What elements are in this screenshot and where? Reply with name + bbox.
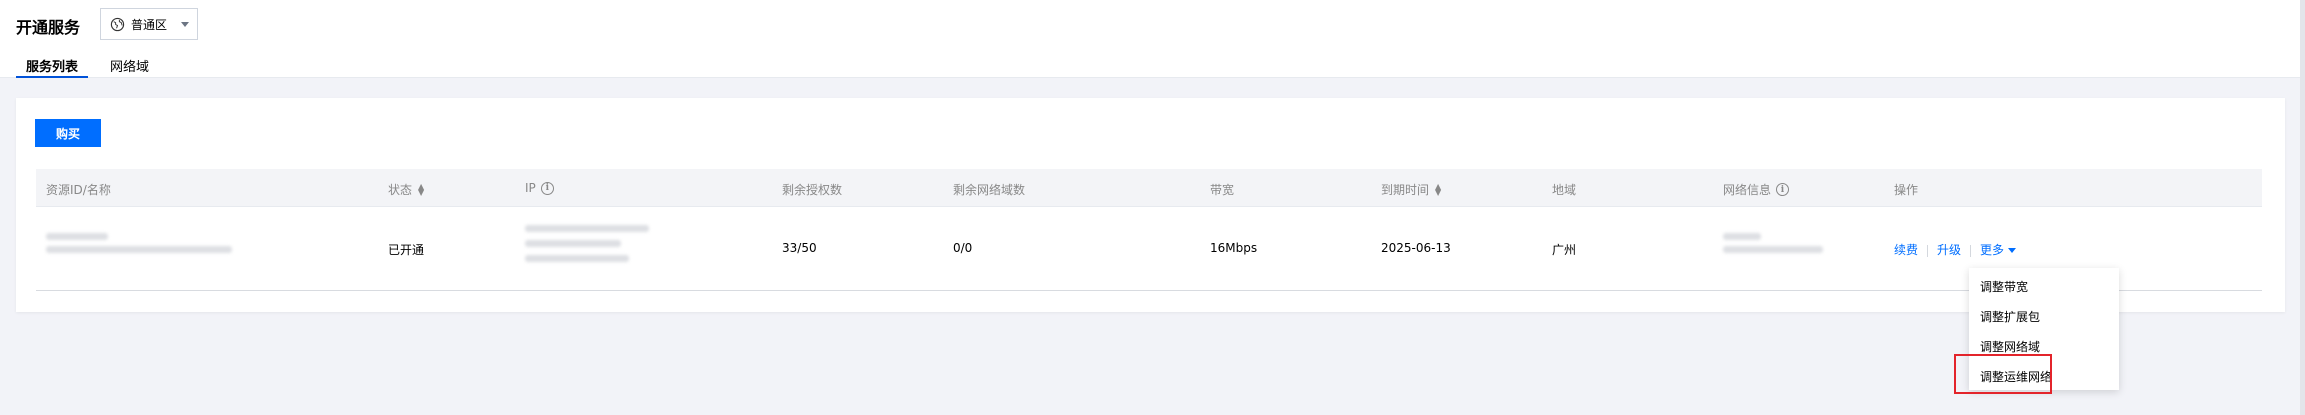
- more-label: 更多: [1980, 243, 2005, 257]
- table-row: 已开通 33/50 0/0 16Mbps 2025-06-13 广州 续费 升级 更…: [36, 207, 2262, 291]
- menu-item-adjust-extension-pack[interactable]: 调整扩展包: [1969, 302, 2119, 332]
- menu-item-adjust-network-domain[interactable]: 调整网络域: [1969, 332, 2119, 362]
- column-label: 状态: [388, 183, 413, 197]
- column-label: 剩余网络域数: [953, 183, 1026, 197]
- menu-item-adjust-bandwidth[interactable]: 调整带宽: [1969, 272, 2119, 302]
- expire-value: 2025-06-13: [1381, 241, 1451, 255]
- row-actions: 续费 升级 更多: [1894, 241, 2017, 258]
- column-header-actions: 操作: [1894, 181, 1918, 198]
- column-label: 剩余授权数: [782, 183, 843, 197]
- menu-item-adjust-ops-network[interactable]: 调整运维网络: [1969, 362, 2119, 392]
- column-header-domains: 剩余网络域数: [953, 181, 1025, 198]
- tab-service-list[interactable]: 服务列表: [16, 48, 89, 78]
- tab-bar: 服务列表 网络域: [16, 48, 171, 78]
- resource-id-redacted: [46, 233, 232, 253]
- domains-value: 0/0: [953, 241, 973, 255]
- buy-button[interactable]: 购买: [35, 119, 101, 147]
- column-header-status[interactable]: 状态 ▲ ▼: [388, 181, 424, 198]
- ip-redacted: [525, 225, 649, 262]
- column-label: 操作: [1894, 183, 1919, 197]
- column-label: IP: [525, 181, 536, 195]
- scrollbar-track: [2300, 0, 2305, 415]
- caret-down-icon: [2008, 248, 2017, 253]
- status-text: 已开通: [388, 243, 425, 257]
- page-header: 开通服务 普通区 服务列表 网络域: [0, 0, 2300, 78]
- column-label: 带宽: [1210, 183, 1235, 197]
- licenses-value: 33/50: [782, 241, 817, 255]
- service-table: 资源ID/名称 状态 ▲ ▼ IP i 剩余授权数 剩余网络域数 带宽 到期时间 …: [36, 169, 2262, 291]
- chevron-down-icon: [181, 22, 189, 27]
- column-header-region: 地域: [1552, 181, 1576, 198]
- column-header-expire[interactable]: 到期时间 ▲ ▼: [1381, 181, 1441, 198]
- page-title: 开通服务: [16, 18, 81, 37]
- table-header: 资源ID/名称 状态 ▲ ▼ IP i 剩余授权数 剩余网络域数 带宽 到期时间 …: [36, 169, 2262, 207]
- region-select-label: 普通区: [131, 17, 168, 32]
- region-value: 广州: [1552, 243, 1577, 257]
- bandwidth-value: 16Mbps: [1210, 241, 1258, 255]
- column-label: 到期时间: [1381, 183, 1430, 197]
- column-header-resource: 资源ID/名称: [46, 181, 111, 198]
- service-list-panel: 购买 资源ID/名称 状态 ▲ ▼ IP i 剩余授权数 剩余网络域数 带宽 到…: [16, 98, 2285, 312]
- renew-link[interactable]: 续费: [1894, 243, 1918, 257]
- network-info-redacted: [1723, 233, 1823, 253]
- column-label: 网络信息: [1723, 183, 1772, 197]
- info-icon[interactable]: i: [540, 181, 554, 195]
- region-select[interactable]: 普通区: [100, 8, 198, 40]
- divider: [1927, 244, 1929, 257]
- column-label: 地域: [1552, 183, 1577, 197]
- divider: [1970, 244, 1972, 257]
- more-dropdown-button[interactable]: 更多: [1980, 243, 2017, 257]
- info-icon[interactable]: i: [1776, 183, 1790, 196]
- more-dropdown-menu: 调整带宽 调整扩展包 调整网络域 调整运维网络: [1969, 268, 2119, 390]
- sort-icon[interactable]: ▲ ▼: [1435, 182, 1441, 196]
- column-header-ip: IP i: [525, 181, 554, 195]
- column-header-bandwidth: 带宽: [1210, 181, 1234, 198]
- column-header-network-info: 网络信息 i: [1723, 181, 1790, 198]
- globe-icon: [110, 17, 125, 31]
- tab-network-domain[interactable]: 网络域: [100, 48, 159, 78]
- upgrade-link[interactable]: 升级: [1937, 243, 1961, 257]
- sort-icon[interactable]: ▲ ▼: [418, 182, 424, 196]
- column-label: 资源ID/名称: [46, 183, 111, 197]
- column-header-licenses: 剩余授权数: [782, 181, 842, 198]
